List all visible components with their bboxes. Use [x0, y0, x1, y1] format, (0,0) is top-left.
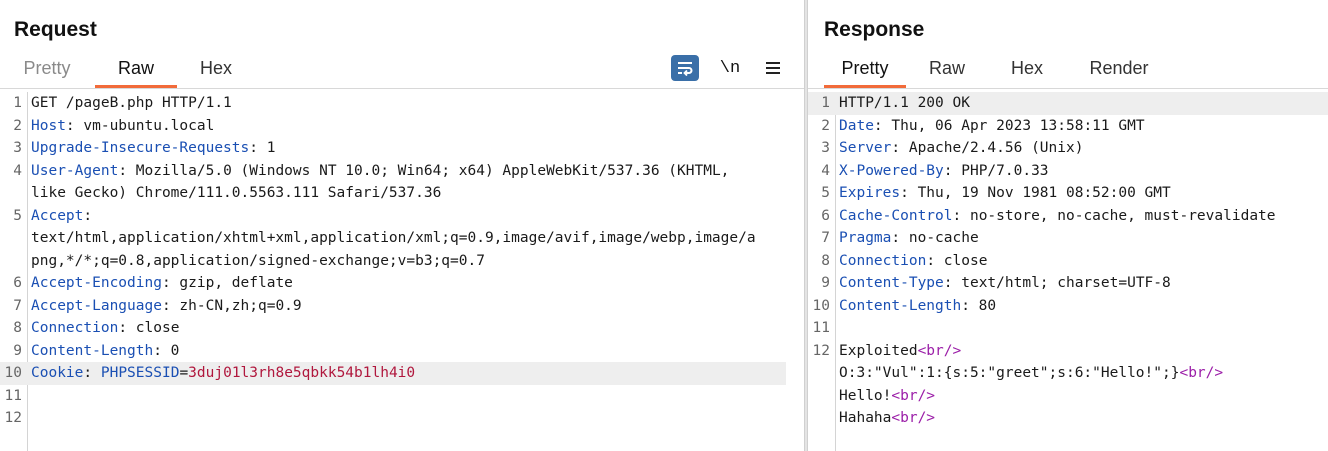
header-key: Cookie	[31, 365, 84, 381]
header-value: Thu, 19 Nov 1981 08:52:00 GMT	[908, 185, 1171, 201]
header-key: Accept-Encoding	[31, 275, 162, 291]
request-title: Request	[14, 18, 97, 41]
header-value: 0	[161, 342, 180, 359]
header-value: Apache/2.4.56 (Unix)	[900, 140, 1084, 156]
header-value-continuation: like Gecko) Chrome/111.0.5563.111 Safari…	[31, 185, 442, 201]
request-line-7: 7 Accept-Language: zh-CN,zh;q=0.9	[13, 297, 302, 314]
request-line-1: 1 GET /pageB.php HTTP/1.1	[13, 95, 232, 111]
response-tab-render[interactable]: Render	[1086, 58, 1152, 88]
header-key: Expires	[839, 185, 901, 201]
hamburger-menu-icon	[766, 62, 780, 74]
word-wrap-button[interactable]	[671, 55, 699, 81]
body-text: O:3:"Vul":1:{s:5:"greet";s:6:"Hello!";}	[839, 365, 1180, 381]
header-key: Content-Length	[31, 342, 154, 359]
header-key: Content-Type	[839, 275, 944, 291]
request-line-3: 3 Upgrade-Insecure-Requests: 1	[13, 140, 276, 156]
body-text: Exploited	[839, 342, 918, 359]
request-line-12: 12	[4, 410, 22, 426]
request-line-5: 5 Accept: text/html,application/xhtml+xm…	[0, 205, 804, 273]
request-editor[interactable]: 1 GET /pageB.php HTTP/1.1 2 Host: vm-ubu…	[0, 92, 804, 451]
response-tab-pretty[interactable]: Pretty	[824, 58, 906, 88]
response-tab-raw[interactable]: Raw	[926, 58, 968, 88]
response-editor[interactable]: 1 HTTP/1.1 200 OK 2 Date: Thu, 06 Apr 20…	[808, 92, 1328, 451]
header-value: vm-ubuntu.local	[74, 117, 215, 134]
response-line-5: 5 Expires: Thu, 19 Nov 1981 08:52:00 GMT	[821, 185, 1171, 201]
response-pane: Response Pretty Raw Hex Render 1 HTTP/1.…	[808, 0, 1328, 451]
response-line-6: 6 Cache-Control: no-store, no-cache, mus…	[821, 207, 1276, 224]
response-line-10: 10 Content-Length: 80	[812, 297, 997, 314]
body-text: Hahaha	[839, 410, 892, 426]
response-title: Response	[824, 18, 925, 41]
options-menu-button[interactable]	[760, 55, 786, 81]
response-line-11: 11	[812, 320, 830, 336]
header-key: X-Powered-By	[839, 162, 944, 179]
response-line-7: 7 Pragma: no-cache	[821, 230, 979, 246]
header-key: Connection	[31, 320, 119, 336]
request-line-10: 10 Cookie: PHPSESSID=3duj01l3rh8e5qbkk54…	[0, 362, 786, 385]
html-tag: <br/>	[917, 342, 962, 359]
header-value: zh-CN,zh;q=0.9	[170, 297, 302, 314]
response-line-4: 4 X-Powered-By: PHP/7.0.33	[821, 162, 1049, 179]
header-value: 80	[969, 297, 997, 314]
header-value: 1	[257, 140, 276, 156]
header-value: gzip, deflate	[170, 275, 293, 291]
request-line-4: 4 User-Agent: Mozilla/5.0 (Windows NT 10…	[0, 160, 804, 205]
request-line-6: 6 Accept-Encoding: gzip, deflate	[13, 275, 293, 291]
header-value: close	[127, 320, 180, 336]
request-tab-hex[interactable]: Hex	[196, 58, 236, 88]
request-tab-pretty[interactable]: Pretty	[20, 58, 74, 88]
request-line-11: 11	[4, 387, 22, 404]
response-line-9: 9 Content-Type: text/html; charset=UTF-8	[821, 275, 1171, 291]
request-line-2: 2 Host: vm-ubuntu.local	[13, 117, 215, 134]
request-line-9: 9 Content-Length: 0	[13, 342, 180, 359]
header-key: Cache-Control	[839, 207, 953, 224]
header-value-continuation: text/html,application/xhtml+xml,applicat…	[31, 230, 756, 246]
request-tab-raw[interactable]: Raw	[95, 58, 177, 88]
response-line-8: 8 Connection: close	[821, 252, 988, 269]
html-tag: <br/>	[891, 410, 936, 426]
body-text: Hello!	[839, 387, 892, 404]
response-line-1: 1 HTTP/1.1 200 OK	[808, 92, 1328, 115]
header-key: User-Agent	[31, 162, 119, 179]
header-key: Server	[839, 140, 892, 156]
response-tabs: Pretty Raw Hex Render	[808, 52, 1328, 88]
request-line-8: 8 Connection: close	[13, 320, 180, 336]
header-key: Content-Length	[839, 297, 962, 314]
header-value: Thu, 06 Apr 2023 13:58:11 GMT	[882, 117, 1145, 134]
header-value: close	[935, 252, 988, 269]
header-value: PHP/7.0.33	[952, 162, 1049, 179]
html-tag: <br/>	[891, 387, 936, 404]
html-tag: <br/>	[1179, 365, 1224, 381]
cookie-name: PHPSESSID	[100, 365, 180, 381]
header-key: Date	[839, 117, 874, 134]
word-wrap-icon	[678, 62, 693, 76]
header-value: Mozilla/5.0 (Windows NT 10.0; Win64; x64…	[127, 162, 730, 179]
header-value-continuation: png,*/*;q=0.8,application/signed-exchang…	[31, 252, 485, 269]
header-key: Connection	[839, 252, 927, 269]
response-line-2: 2 Date: Thu, 06 Apr 2023 13:58:11 GMT	[821, 117, 1145, 134]
header-key: Pragma	[839, 230, 892, 246]
response-line-3: 3 Server: Apache/2.4.56 (Unix)	[821, 140, 1084, 156]
header-key: Accept	[31, 207, 84, 224]
header-key: Accept-Language	[31, 297, 162, 314]
request-pane: Request Pretty Raw Hex \n 1 GET /pageB.p…	[0, 0, 804, 451]
header-key: Upgrade-Insecure-Requests	[31, 140, 250, 156]
header-value: text/html; charset=UTF-8	[952, 275, 1171, 291]
show-newlines-button[interactable]: \n	[716, 55, 744, 81]
response-line-12: 12 Exploited<br/> O:3:"Vul":1:{s:5:"gree…	[812, 342, 1224, 427]
cookie-value: 3duj01l3rh8e5qbkk54b1lh4i0	[188, 365, 416, 381]
header-value: no-cache	[900, 230, 979, 246]
response-tab-hex[interactable]: Hex	[1008, 58, 1046, 88]
header-value: no-store, no-cache, must-revalidate	[961, 207, 1276, 224]
header-key: Host	[31, 117, 66, 134]
